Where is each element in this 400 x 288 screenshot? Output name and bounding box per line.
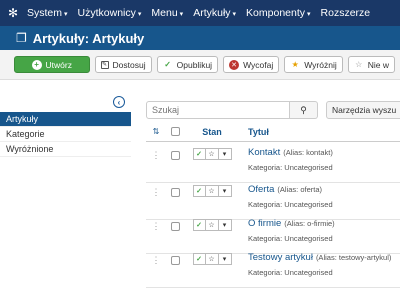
chevron-down-icon[interactable]: ▾ [218, 253, 232, 265]
status-button-group: ✓ ☆ ▾ [192, 253, 232, 265]
star-outline-icon[interactable]: ☆ [205, 148, 219, 160]
search-bar: ⚲ Narzędzia wyszu [146, 101, 400, 119]
column-title[interactable]: Tytuł [240, 127, 269, 137]
menu-extensions[interactable]: Rozszerze [316, 7, 376, 19]
sidebar-item-featured[interactable]: Wyróżnione [0, 142, 131, 157]
star-outline-icon: ☆ [355, 60, 363, 69]
article-category: Kategoria: Uncategorised [248, 268, 333, 277]
sidebar-item-categories[interactable]: Kategorie [0, 127, 131, 142]
check-icon: ✓ [164, 60, 171, 69]
article-title-link[interactable]: O firmie [248, 218, 281, 229]
drag-handle-icon[interactable]: ⋮ [146, 248, 166, 287]
sidebar-toggle-icon[interactable]: ‹ [113, 96, 125, 108]
article-category: Kategoria: Uncategorised [248, 163, 333, 172]
star-icon: ★ [291, 60, 299, 69]
chevron-down-icon[interactable]: ▾ [218, 185, 232, 197]
star-outline-icon[interactable]: ☆ [205, 219, 219, 231]
article-alias: (Alias: o-firmie) [284, 219, 335, 228]
edit-button[interactable]: ✎ Dostosuj [94, 56, 152, 73]
page-title: Artykuły: Artykuły [32, 30, 145, 46]
menu-components[interactable]: Komponenty ▾ [241, 7, 315, 19]
publish-button-label: Opublikuj [176, 59, 213, 70]
table-row: ⋮ ✓ ☆ ▾ Testowy artykuł (Alias: testowy-a… [146, 248, 400, 288]
feature-button-label: Wyróżnij [304, 59, 337, 70]
published-icon[interactable]: ✓ [192, 148, 206, 160]
star-outline-icon[interactable]: ☆ [205, 185, 219, 197]
article-title-link[interactable]: Oferta [248, 184, 274, 195]
unfeature-button-label: Nie w [367, 59, 389, 70]
menu-users[interactable]: Użytkownicy ▾ [73, 7, 147, 19]
chevron-down-icon[interactable]: ▾ [218, 219, 232, 231]
row-checkbox[interactable] [170, 151, 180, 160]
unpublish-button-label: Wycofaj [243, 59, 274, 70]
page-header: ❐ Artykuły: Artykuły [0, 26, 400, 50]
new-button[interactable]: + Utwórz [14, 56, 90, 73]
main-menu: System ▾ Użytkownicy ▾ Menu ▾ Artykuły ▾ Kom… [22, 7, 375, 19]
unpublish-button[interactable]: ✕ Wycofaj [223, 56, 280, 73]
edit-icon: ✎ [100, 60, 109, 69]
article-alias: (Alias: oferta) [277, 185, 323, 194]
sidebar: Artykuły Kategorie Wyróżnione [0, 112, 131, 157]
plus-icon: + [31, 59, 42, 70]
row-checkbox[interactable] [170, 188, 180, 197]
admin-menubar: ✻ System ▾ Użytkownicy ▾ Menu ▾ Artykuły ▾ K… [0, 0, 400, 26]
edit-button-label: Dostosuj [112, 59, 146, 70]
publish-button[interactable]: ✓ Opublikuj [156, 56, 219, 73]
status-button-group: ✓ ☆ ▾ [192, 219, 232, 231]
article-category: Kategoria: Uncategorised [248, 200, 333, 209]
menu-content[interactable]: Artykuły ▾ [188, 7, 241, 19]
status-button-group: ✓ ☆ ▾ [192, 148, 232, 160]
published-icon[interactable]: ✓ [192, 253, 206, 265]
new-button-label: Utwórz [45, 59, 72, 70]
published-icon[interactable]: ✓ [192, 185, 206, 197]
select-all-checkbox[interactable] [170, 127, 180, 136]
unpublish-icon: ✕ [229, 59, 240, 70]
published-icon[interactable]: ✓ [192, 219, 206, 231]
search-input[interactable] [146, 101, 290, 119]
table-header: ⇅ Stan Tytuł [146, 122, 400, 142]
unfeature-button[interactable]: ☆ Nie w [347, 56, 395, 73]
row-checkbox[interactable] [170, 222, 180, 231]
article-category: Kategoria: Uncategorised [248, 234, 333, 243]
menu-menus[interactable]: Menu ▾ [146, 7, 188, 19]
column-status[interactable]: Stan [184, 127, 240, 137]
joomla-logo-icon[interactable]: ✻ [4, 0, 22, 26]
table-row: ⋮ ✓ ☆ ▾ Kontakt (Alias: kontakt) Kategori… [146, 143, 400, 183]
feature-button[interactable]: ★ Wyróżnij [284, 56, 343, 73]
menu-system[interactable]: System ▾ [22, 7, 73, 19]
action-toolbar: + Utwórz ✎ Dostosuj ✓ Opublikuj ✕ Wycofa… [0, 50, 400, 80]
article-title-link[interactable]: Testowy artykuł [248, 252, 313, 263]
copy-icon: ❐ [16, 31, 27, 45]
sort-icon[interactable]: ⇅ [146, 127, 166, 136]
star-outline-icon[interactable]: ☆ [205, 253, 219, 265]
search-icon: ⚲ [300, 104, 307, 115]
article-alias: (Alias: kontakt) [283, 148, 333, 157]
search-tools-button[interactable]: Narzędzia wyszu [326, 101, 400, 119]
sidebar-item-articles[interactable]: Artykuły [0, 112, 131, 127]
chevron-down-icon[interactable]: ▾ [218, 148, 232, 160]
search-button[interactable]: ⚲ [290, 101, 318, 119]
article-alias: (Alias: testowy-artykul) [315, 253, 392, 262]
drag-handle-icon[interactable]: ⋮ [146, 143, 166, 182]
status-button-group: ✓ ☆ ▾ [192, 185, 232, 197]
article-title-link[interactable]: Kontakt [248, 147, 280, 158]
row-checkbox[interactable] [170, 256, 180, 265]
